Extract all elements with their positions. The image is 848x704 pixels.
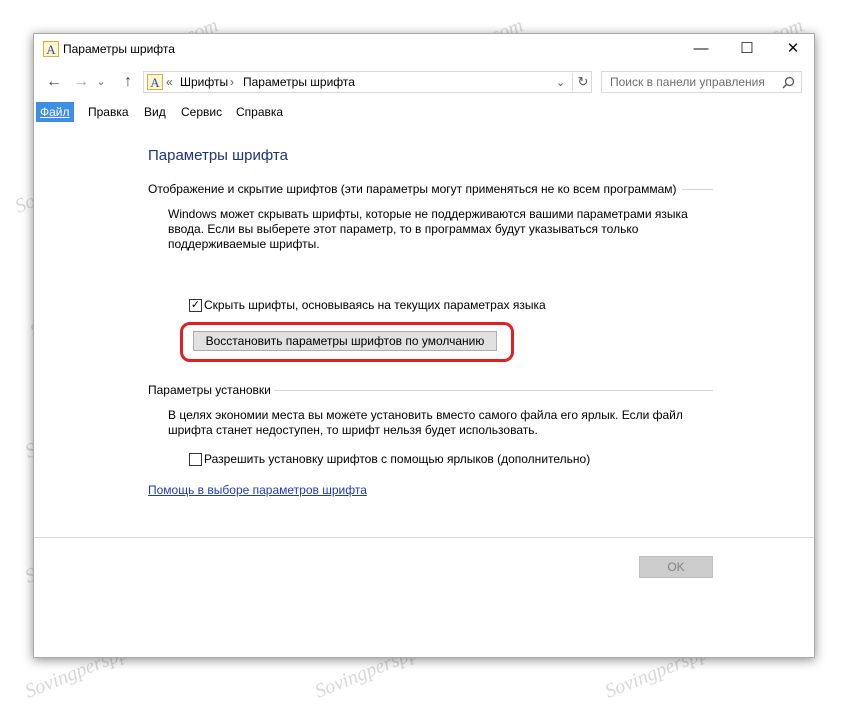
- search-input[interactable]: Поиск в панели управления: [610, 75, 765, 89]
- description-line: ввода. Если вы выберете этот параметр, т…: [168, 222, 639, 236]
- up-arrow-icon[interactable]: ↑: [117, 72, 139, 92]
- breadcrumb-item-font-settings[interactable]: Параметры шрифта: [243, 75, 355, 89]
- menu-tools-label: Сервис: [181, 105, 223, 119]
- install-section-divider: [274, 390, 713, 391]
- svg-text:A: A: [46, 42, 56, 57]
- display-section-description: Windows может скрывать шрифты, которые н…: [168, 207, 728, 252]
- maximize-button[interactable]: ☐: [724, 34, 770, 64]
- breadcrumb-overflow[interactable]: «: [166, 75, 173, 89]
- menu-help-label: Справка: [236, 105, 284, 119]
- font-settings-window: A Параметры шрифта — ☐ ✕ ← → ⌄ ↑ A « Шри…: [33, 33, 815, 658]
- menu-file-label: Файл: [40, 105, 70, 119]
- restore-defaults-button[interactable]: Восстановить параметры шрифтов по умолча…: [193, 331, 497, 351]
- hide-fonts-checkbox-label[interactable]: Скрыть шрифты, основываясь на текущих па…: [204, 298, 546, 312]
- close-button[interactable]: ✕: [770, 34, 816, 64]
- description-line: поддерживаемые шрифты.: [168, 237, 320, 251]
- menu-help[interactable]: Справка: [232, 102, 287, 122]
- minimize-button[interactable]: —: [678, 34, 724, 64]
- font-app-icon: A: [43, 41, 59, 57]
- menu-view-label: Вид: [144, 105, 166, 119]
- menu-file[interactable]: Файл: [36, 102, 74, 122]
- ok-button[interactable]: OK: [639, 556, 713, 578]
- font-settings-help-link[interactable]: Помощь в выборе параметров шрифта: [148, 483, 367, 497]
- display-section-divider: [682, 189, 713, 190]
- search-icon[interactable]: [782, 76, 795, 89]
- window-title: Параметры шрифта: [63, 42, 175, 56]
- install-section-description: В целях экономии места вы можете установ…: [168, 408, 728, 438]
- menu-edit[interactable]: Правка: [84, 102, 133, 122]
- hide-fonts-checkbox[interactable]: ✓: [189, 299, 202, 312]
- footer-divider: [34, 537, 814, 538]
- font-shortcuts-checkbox[interactable]: [189, 453, 202, 466]
- menu-view[interactable]: Вид: [140, 102, 170, 122]
- menu-bar: Файл Правка Вид Сервис Справка: [34, 100, 814, 122]
- menu-edit-label: Правка: [88, 105, 129, 119]
- content-pane: Параметры шрифта Отображение и скрытие ш…: [34, 122, 814, 657]
- recent-locations-chevron-icon[interactable]: ⌄: [94, 72, 108, 92]
- page-title: Параметры шрифта: [148, 147, 288, 164]
- address-dropdown-chevron-icon[interactable]: ⌄: [556, 76, 565, 89]
- back-arrow-icon[interactable]: ←: [43, 72, 65, 92]
- display-section-heading: Отображение и скрытие шрифтов (эти парам…: [148, 182, 677, 196]
- forward-arrow-icon[interactable]: →: [70, 72, 92, 92]
- description-line: В целях экономии места вы можете установ…: [168, 408, 683, 422]
- address-field[interactable]: A « Шрифты › Параметры шрифта ⌄ ↻: [143, 71, 592, 93]
- address-bar-row: ← → ⌄ ↑ A « Шрифты › Параметры шрифта ⌄ …: [34, 66, 814, 98]
- breadcrumb-separator: ›: [230, 75, 234, 89]
- search-box[interactable]: Поиск в панели управления: [601, 71, 802, 93]
- refresh-icon[interactable]: ↻: [572, 73, 593, 91]
- install-section-heading: Параметры установки: [148, 383, 271, 397]
- fonts-folder-icon: A: [147, 74, 163, 90]
- description-line: шрифта станет недоступен, то шрифт нельз…: [168, 423, 538, 437]
- font-shortcuts-checkbox-label[interactable]: Разрешить установку шрифтов с помощью яр…: [204, 452, 590, 466]
- breadcrumb-item-fonts[interactable]: Шрифты: [180, 75, 228, 89]
- svg-text:A: A: [150, 75, 160, 90]
- menu-tools[interactable]: Сервис: [177, 102, 226, 122]
- description-line: Windows может скрывать шрифты, которые н…: [168, 207, 688, 221]
- title-bar[interactable]: A Параметры шрифта — ☐ ✕: [34, 34, 814, 64]
